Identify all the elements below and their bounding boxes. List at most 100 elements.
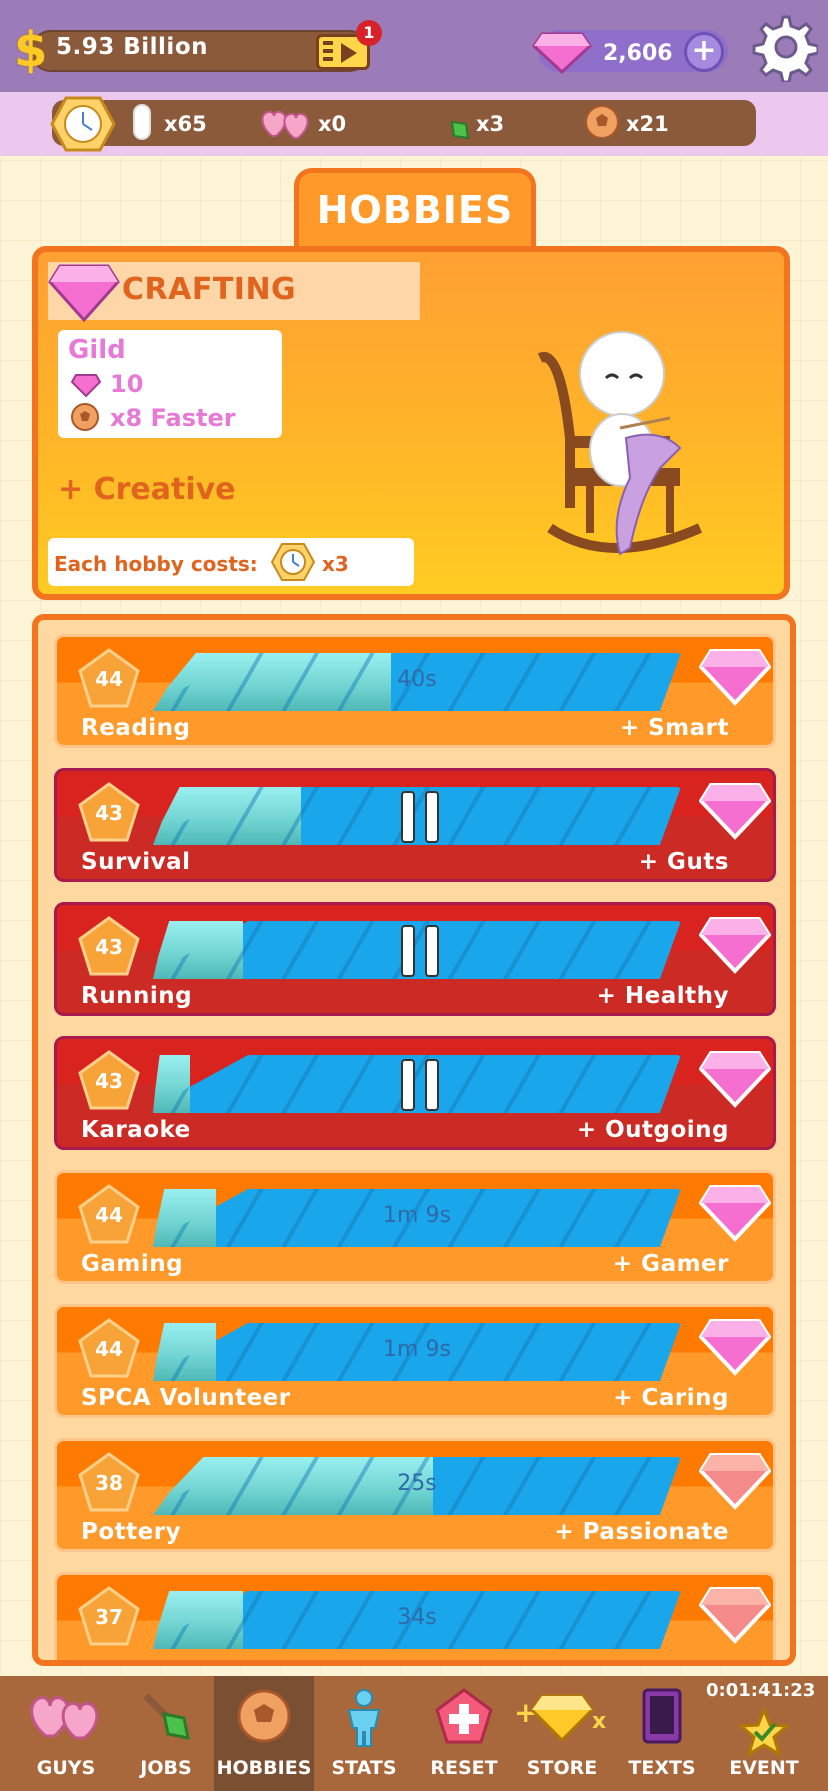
level-number: 44 <box>95 1337 123 1361</box>
hobby-row[interactable]: 43 Karaoke + Outgoing <box>54 1036 776 1150</box>
play-icon <box>341 43 357 63</box>
gem-icon[interactable] <box>699 643 771 707</box>
gem-icon <box>48 264 120 323</box>
level-number: 44 <box>95 1203 123 1227</box>
hobby-name: Pottery <box>81 1519 182 1545</box>
hobby-row[interactable]: 43 Survival + Guts <box>54 768 776 882</box>
hearts-icon <box>261 110 309 139</box>
hobby-cost-label: Each hobby costs: <box>54 552 258 576</box>
gild-title: Gild <box>68 335 126 365</box>
hearts-icon <box>30 1696 99 1740</box>
time-token-count: x65 <box>164 112 207 136</box>
hobby-name: Survival <box>81 849 191 875</box>
nav-stats[interactable]: STATS <box>322 1676 406 1791</box>
hobby-stat: + Passionate <box>554 1519 729 1545</box>
nav-guys-label: GUYS <box>36 1757 96 1779</box>
hobby-name: Gaming <box>81 1251 184 1277</box>
clock-token-icon <box>50 96 116 152</box>
level-number: 37 <box>95 1605 123 1629</box>
gem-icon <box>70 374 102 398</box>
shovel-icon <box>436 106 470 140</box>
hobby-row[interactable]: 43 Running + Healthy <box>54 902 776 1016</box>
ball-icon <box>237 1689 291 1743</box>
phone-icon <box>642 1688 682 1744</box>
nav-event[interactable]: EVENT <box>716 1676 812 1791</box>
nav-hobbies-label: HOBBIES <box>216 1757 312 1779</box>
balls-count: x21 <box>626 112 669 136</box>
hobby-cost-value: x3 <box>322 552 349 576</box>
gem-icon[interactable] <box>699 1179 771 1243</box>
hobbies-title: HOBBIES <box>316 188 514 232</box>
hobby-stat: + Caring <box>613 1385 729 1411</box>
progress-timer: 34s <box>397 1605 437 1630</box>
progress-timer: 25s <box>397 1471 437 1496</box>
hobby-stat: + Smart <box>619 715 729 741</box>
hobby-name: Reading <box>81 715 191 741</box>
gild-cost: 10 <box>110 370 144 398</box>
gem-icon <box>532 32 592 75</box>
gem-icon[interactable] <box>699 1045 771 1109</box>
hobby-name: SPCA Volunteer <box>81 1385 291 1411</box>
ball-icon <box>71 403 99 431</box>
progress-timer: 1m 9s <box>383 1337 451 1362</box>
add-gems-button[interactable]: + <box>684 32 724 72</box>
level-number: 43 <box>95 1069 123 1093</box>
hobby-row[interactable]: 44 1m 9s Gaming + Gamer <box>54 1170 776 1284</box>
hobby-stat: + Healthy <box>596 983 729 1009</box>
level-number: 43 <box>95 935 123 959</box>
shovels-count: x3 <box>476 112 505 136</box>
gem-icon[interactable] <box>699 1447 771 1511</box>
pause-icon[interactable] <box>399 925 445 977</box>
hobby-row[interactable]: 44 1m 9s SPCA Volunteer + Caring <box>54 1304 776 1418</box>
gem-icon[interactable] <box>699 911 771 975</box>
pause-icon[interactable] <box>399 791 445 843</box>
notification-badge: 1 <box>356 20 382 46</box>
nav-reset-label: RESET <box>430 1757 498 1779</box>
gem-icon[interactable] <box>699 777 771 841</box>
nav-jobs[interactable]: JOBS <box>124 1676 208 1791</box>
level-number: 44 <box>95 667 123 691</box>
gem-icon[interactable] <box>699 1581 771 1645</box>
level-number: 38 <box>95 1471 123 1495</box>
hobby-name: Running <box>81 983 193 1009</box>
hobby-row[interactable]: 37 34s <box>54 1572 776 1660</box>
nav-guys[interactable]: GUYS <box>18 1676 114 1791</box>
nav-jobs-label: JOBS <box>140 1757 192 1779</box>
hobby-stat: + Outgoing <box>576 1117 729 1143</box>
hobby-stat: + Guts <box>638 849 729 875</box>
nav-texts-label: TEXTS <box>628 1757 696 1779</box>
diamond-icon: + x <box>514 1694 606 1743</box>
star-icon <box>739 1708 789 1756</box>
gem-icon[interactable] <box>699 1313 771 1377</box>
category-label: CRAFTING <box>122 272 297 307</box>
pause-icon[interactable] <box>399 1059 445 1111</box>
nav-reset[interactable]: RESET <box>420 1676 508 1791</box>
clock-token-icon <box>270 543 316 581</box>
nav-store-label: STORE <box>526 1757 598 1779</box>
trait-label: + Creative <box>58 472 236 507</box>
ball-icon <box>585 105 619 139</box>
hobby-row[interactable]: 44 40s Reading + Smart <box>54 634 776 748</box>
svg-text:x: x <box>592 1709 606 1734</box>
progress-timer: 40s <box>397 667 437 692</box>
nav-store[interactable]: + x STORE <box>512 1676 612 1791</box>
film-strip-icon <box>323 41 333 63</box>
gear-icon[interactable] <box>748 12 818 82</box>
hearts-count: x0 <box>318 112 347 136</box>
person-icon <box>347 1689 381 1747</box>
reset-cross-icon <box>435 1688 493 1744</box>
gild-bonus: x8 Faster <box>110 404 236 432</box>
hobby-name: Karaoke <box>81 1117 191 1143</box>
nav-texts[interactable]: TEXTS <box>618 1676 706 1791</box>
hobby-row[interactable]: 38 25s Pottery + Passionate <box>54 1438 776 1552</box>
nav-stats-label: STATS <box>331 1757 397 1779</box>
level-number: 43 <box>95 801 123 825</box>
money-amount: 5.93 Billion <box>56 34 208 60</box>
character-rocking-chair-illustration <box>537 331 703 556</box>
nav-hobbies[interactable]: HOBBIES <box>214 1676 314 1791</box>
nav-event-label: EVENT <box>729 1757 799 1779</box>
hobby-list[interactable]: 44 40s Reading + Smart 43 Survival + Guts 43 Run… <box>32 614 796 1666</box>
shovel-icon <box>143 1693 190 1740</box>
progress-timer: 1m 9s <box>383 1203 451 1228</box>
dollar-icon: $ <box>14 22 48 78</box>
